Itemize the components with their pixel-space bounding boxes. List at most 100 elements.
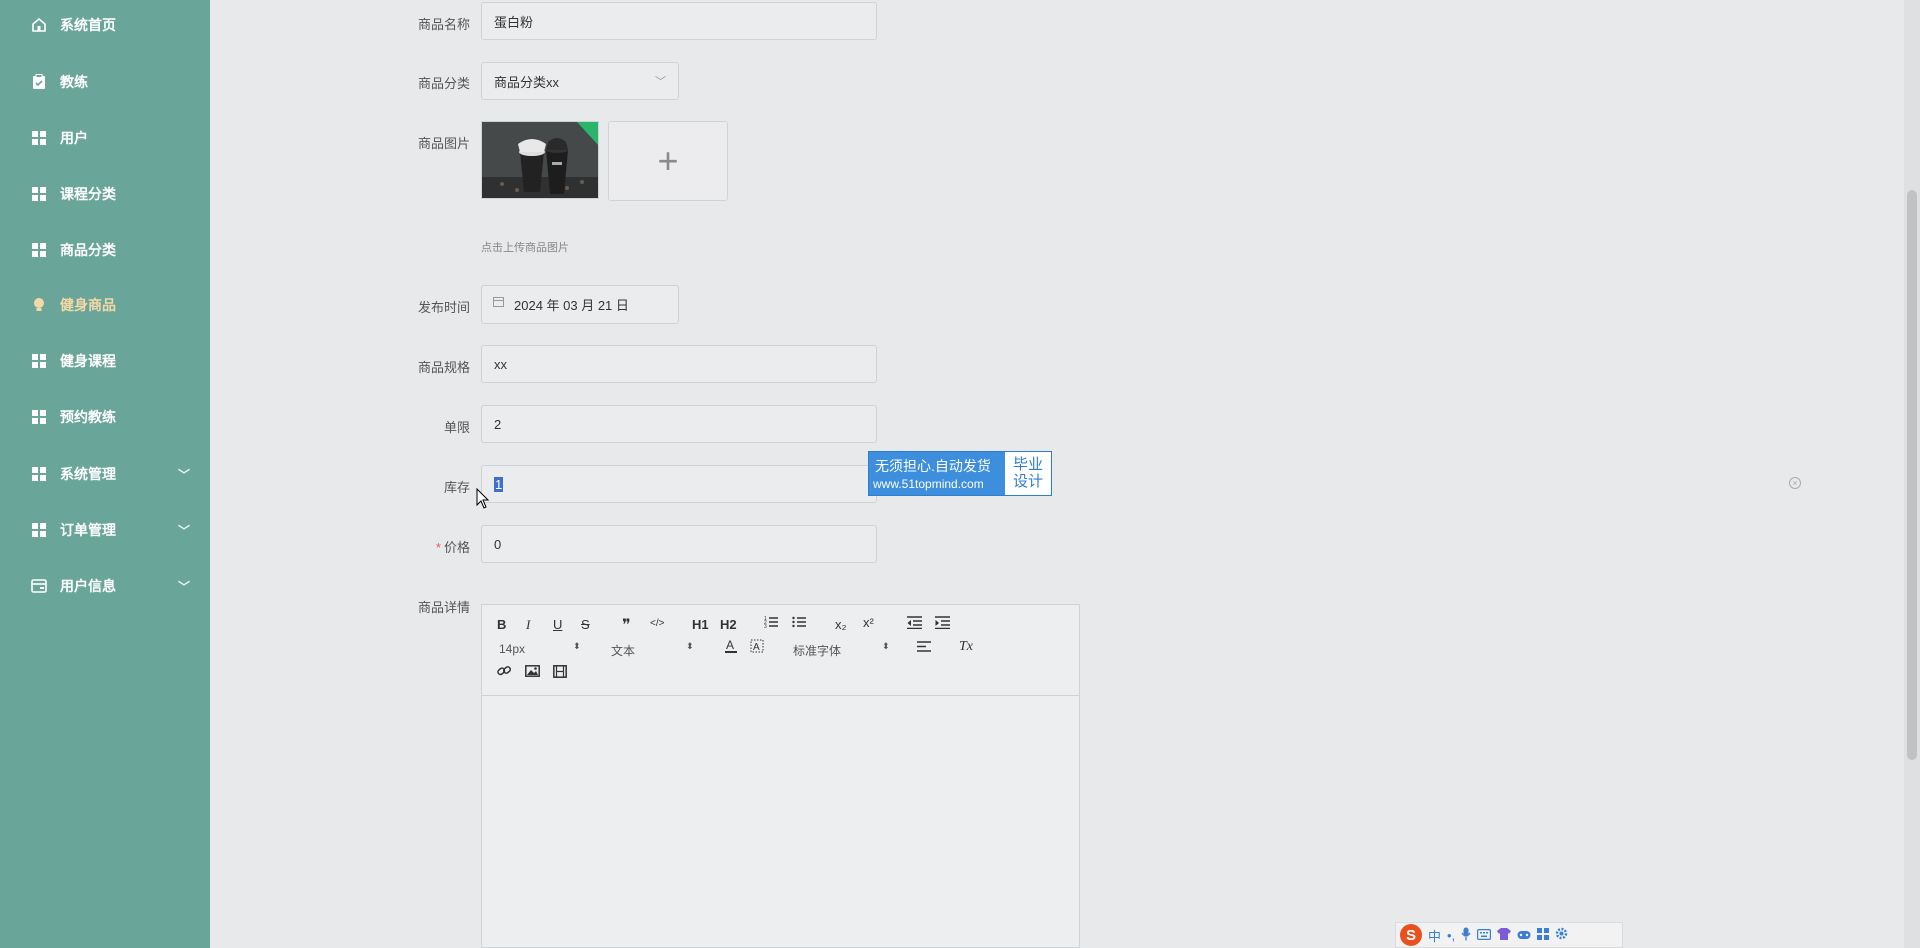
upload-image-button[interactable]: + xyxy=(608,121,728,201)
video-icon[interactable] xyxy=(553,665,567,681)
sidebar-item-label: 用户 xyxy=(60,130,88,146)
sidebar-item-fitness-course[interactable]: 健身课程 xyxy=(0,341,210,381)
select-arrows-icon: ⬍ xyxy=(882,641,890,651)
watermark-badge-line1: 毕业 xyxy=(1012,456,1043,473)
scrollbar-thumb[interactable] xyxy=(1907,190,1917,760)
chevron-down-icon: ﹀ xyxy=(655,76,666,88)
sidebar-item-coach[interactable]: 教练 xyxy=(0,62,210,102)
bulb-icon xyxy=(31,297,47,313)
ordered-list-icon[interactable]: 123 xyxy=(764,615,778,632)
h2-button[interactable]: H2 xyxy=(720,617,737,632)
link-icon[interactable] xyxy=(497,664,512,681)
align-icon[interactable] xyxy=(917,640,932,656)
page-scrollbar[interactable] xyxy=(1904,0,1920,948)
outdent-icon[interactable] xyxy=(907,616,922,632)
skin-shirt-icon[interactable] xyxy=(1497,927,1512,943)
indent-icon[interactable] xyxy=(935,616,950,632)
sogou-logo-icon[interactable]: S xyxy=(1400,924,1422,946)
home-icon xyxy=(31,17,47,33)
quote-button[interactable]: ❞ xyxy=(622,615,631,635)
limit-label: 单限 xyxy=(443,420,470,435)
sidebar-item-booking[interactable]: 预约教练 xyxy=(0,397,210,437)
editor-content-area[interactable] xyxy=(482,696,1079,948)
sidebar-item-home[interactable]: 系统首页 xyxy=(0,5,210,45)
calendar-icon xyxy=(493,297,504,307)
price-input[interactable]: 0 xyxy=(481,525,877,563)
sidebar-item-course-category[interactable]: 课程分类 xyxy=(0,174,210,214)
sidebar-item-label: 商品分类 xyxy=(60,242,116,258)
font-size-select[interactable]: 14px xyxy=(499,642,525,656)
bullet-list-icon[interactable] xyxy=(792,615,806,632)
date-picker[interactable]: 2024 年 03 月 21 日 xyxy=(481,285,679,324)
plus-icon: + xyxy=(657,140,679,181)
sidebar-item-user-info[interactable]: 用户信息 ﹀ xyxy=(0,566,210,606)
spec-value: xx xyxy=(494,356,507,372)
font-color-icon[interactable]: A xyxy=(724,638,738,657)
limit-input[interactable]: 2 xyxy=(481,405,877,443)
grid-icon xyxy=(31,130,47,146)
watermark-badge-line2: 设计 xyxy=(1012,473,1043,490)
clipboard-icon xyxy=(31,74,47,90)
sidebar-item-system[interactable]: 系统管理 ﹀ xyxy=(0,454,210,494)
watermark-badge: 毕业 设计 xyxy=(1005,452,1051,495)
watermark-line1: 无须担心.自动发货 xyxy=(875,458,991,474)
h1-button[interactable]: H1 xyxy=(692,617,709,632)
sidebar-item-label: 健身课程 xyxy=(60,353,116,369)
editor-toolbar: B I U S ❞ </> H1 H2 123 x₂ x² 14px ⬍ 文本 … xyxy=(482,605,1079,696)
strike-button[interactable]: S xyxy=(581,617,590,632)
sidebar-item-label: 系统首页 xyxy=(60,17,116,33)
game-controller-icon[interactable] xyxy=(1517,928,1531,943)
sidebar-item-label: 教练 xyxy=(60,74,88,90)
microphone-icon[interactable] xyxy=(1461,927,1471,944)
ime-mode-toggle[interactable]: 中 xyxy=(1428,926,1441,945)
category-label: 商品分类 xyxy=(417,76,470,91)
sidebar-item-label: 预约教练 xyxy=(60,409,116,425)
clear-icon[interactable]: × xyxy=(1789,477,1801,489)
price-label: * 价格 xyxy=(342,537,470,556)
settings-gear-icon[interactable] xyxy=(1555,927,1568,943)
image-label: 商品图片 xyxy=(417,136,470,151)
date-label: 发布时间 xyxy=(417,300,470,315)
sidebar-item-label: 订单管理 xyxy=(60,522,116,538)
svg-text:A: A xyxy=(726,638,734,652)
svg-text:3: 3 xyxy=(764,624,767,629)
upload-hint: 点击上传商品图片 xyxy=(481,242,569,254)
grid-icon xyxy=(31,242,47,258)
text-style-select[interactable]: 文本 xyxy=(611,642,635,659)
sidebar-item-label: 课程分类 xyxy=(60,186,116,202)
underline-button[interactable]: U xyxy=(553,617,562,632)
toolbox-grid-icon[interactable] xyxy=(1537,927,1550,943)
clear-format-button[interactable]: Tx xyxy=(959,639,973,655)
italic-button[interactable]: I xyxy=(526,617,530,633)
font-family-select[interactable]: 标准字体 xyxy=(793,642,841,659)
name-value: 蛋白粉 xyxy=(494,14,534,30)
grid-icon xyxy=(31,466,47,482)
price-value: 0 xyxy=(494,536,502,552)
sidebar-item-fitness-product[interactable]: 健身商品 xyxy=(0,285,210,325)
detail-label: 商品详情 xyxy=(417,600,470,615)
sidebar-item-label: 系统管理 xyxy=(60,466,116,482)
select-arrows-icon: ⬍ xyxy=(686,641,694,651)
chevron-down-icon: ﹀ xyxy=(178,467,191,482)
sidebar-item-user[interactable]: 用户 xyxy=(0,118,210,158)
product-image-thumbnail[interactable] xyxy=(481,121,599,199)
background-color-icon[interactable]: A xyxy=(750,638,764,657)
sidebar-item-label: 健身商品 xyxy=(60,297,116,313)
required-mark: * xyxy=(435,540,441,555)
name-input[interactable]: 蛋白粉 xyxy=(481,2,877,40)
coffee-cups-image xyxy=(482,122,598,198)
ime-punctuation-toggle[interactable]: •, xyxy=(1447,928,1455,943)
spec-input[interactable]: xx xyxy=(481,345,877,383)
sidebar-item-orders[interactable]: 订单管理 ﹀ xyxy=(0,510,210,550)
bold-button[interactable]: B xyxy=(497,617,506,632)
stock-input[interactable]: 1 xyxy=(481,465,877,503)
category-select[interactable]: 商品分类xx ﹀ xyxy=(481,62,679,100)
image-icon[interactable] xyxy=(525,665,540,680)
keyboard-icon[interactable] xyxy=(1477,928,1492,943)
watermark-banner: 无须担心.自动发货 www.51topmind.com 毕业 设计 xyxy=(868,451,1052,496)
date-value: 2024 年 03 月 21 日 xyxy=(514,298,629,313)
sidebar-item-product-category[interactable]: 商品分类 xyxy=(0,230,210,270)
superscript-button[interactable]: x² xyxy=(863,615,874,630)
code-button[interactable]: </> xyxy=(650,618,664,629)
subscript-button[interactable]: x₂ xyxy=(835,617,847,632)
